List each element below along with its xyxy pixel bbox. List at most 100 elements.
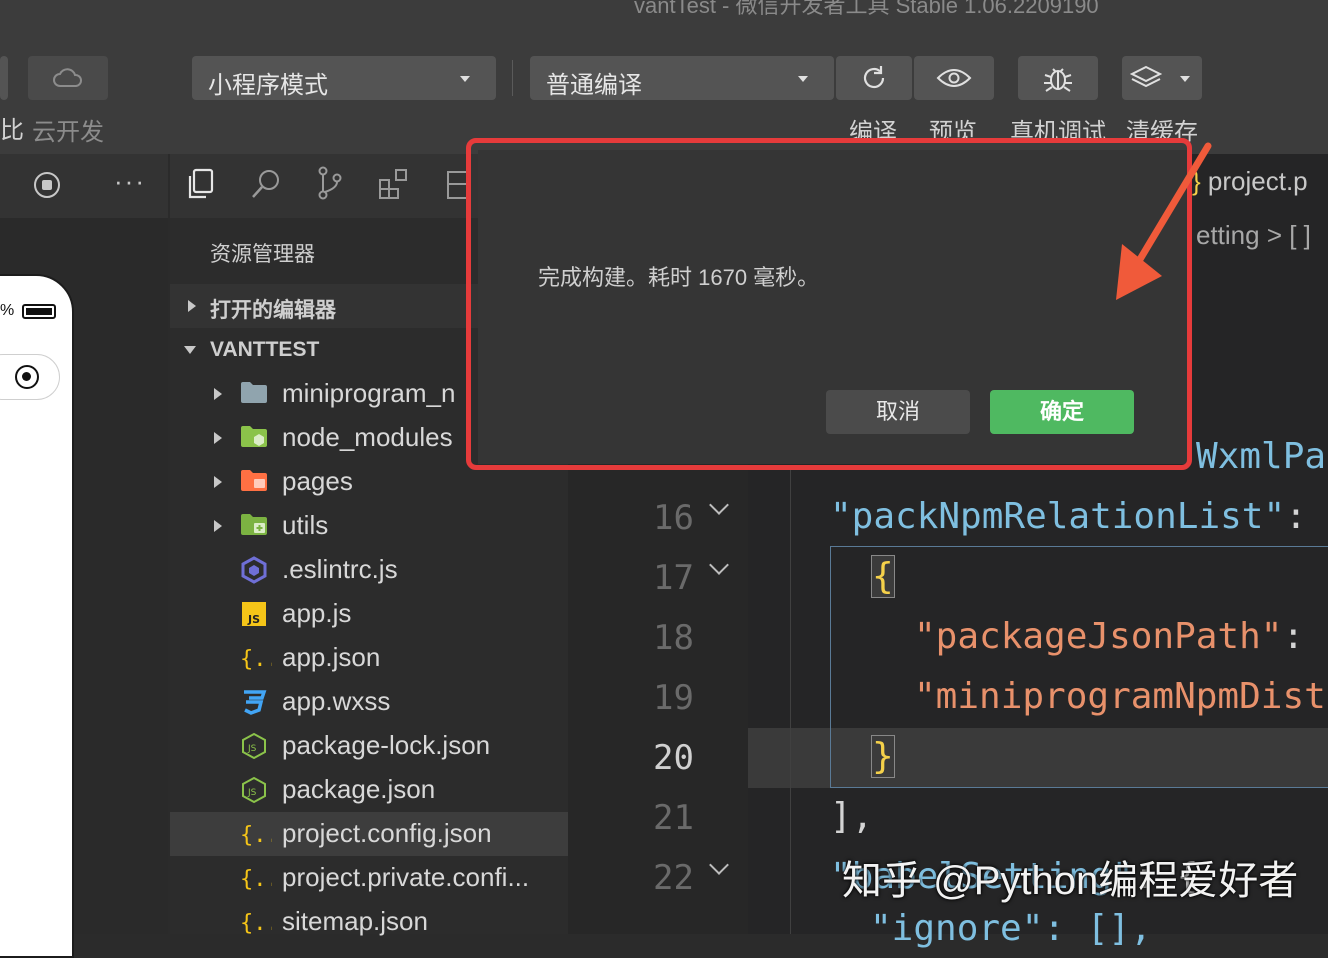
code-brace: } xyxy=(871,735,895,778)
layers-icon xyxy=(1130,65,1162,88)
explorer-item[interactable]: {..} project.config.json xyxy=(170,812,568,856)
cache-button[interactable] xyxy=(1122,56,1202,100)
explorer-item-label: app.json xyxy=(282,642,381,672)
explorer-item[interactable]: utils xyxy=(170,504,568,548)
explorer-item[interactable]: JS package.json xyxy=(170,768,568,812)
toolbar-divider xyxy=(512,60,513,96)
node-folder-icon xyxy=(240,424,268,452)
chevron-down-icon xyxy=(1180,76,1190,82)
json-icon: {..} xyxy=(240,820,293,848)
explorer-item[interactable]: .eslintrc.js xyxy=(170,548,568,592)
code-key: "miniprogramNpmDistD xyxy=(914,676,1328,717)
svg-text:JS: JS xyxy=(247,788,257,798)
explorer-item-label: utils xyxy=(282,510,329,540)
css-icon xyxy=(240,688,268,716)
mode-select[interactable]: 小程序模式 xyxy=(192,56,496,100)
explorer-item[interactable]: JS package-lock.json xyxy=(170,724,568,768)
eslint-icon xyxy=(240,556,268,584)
preview-button[interactable] xyxy=(914,56,994,100)
code-key: "packageJsonPath" xyxy=(914,616,1283,657)
indent-guide xyxy=(790,470,791,934)
toolbar-button-partial[interactable] xyxy=(0,56,8,100)
code-line-23: "ignore": [], xyxy=(870,908,1152,949)
explorer-item-label: pages xyxy=(282,466,353,496)
capsule-button[interactable] xyxy=(0,354,60,400)
target-icon xyxy=(15,365,39,389)
svg-text:{..}: {..} xyxy=(240,867,272,892)
code-line: "packNpmRelationList": [ xyxy=(830,496,1328,537)
code-line: "packageJsonPath": ' xyxy=(914,616,1328,657)
chevron-right-icon xyxy=(188,300,196,312)
code-punctuation: : [ xyxy=(1285,496,1328,537)
explorer-item-label: project.private.confi... xyxy=(282,862,530,892)
explorer-title: 资源管理器 xyxy=(210,243,315,266)
node-icon: JS xyxy=(240,776,268,804)
code-key: "packNpmRelationList" xyxy=(830,496,1286,537)
explorer-item-label: package-lock.json xyxy=(282,730,491,760)
chevron-right-icon xyxy=(214,476,222,488)
explorer-item-label: project.config.json xyxy=(282,818,492,848)
json-icon: {..} xyxy=(240,864,293,892)
code-line-23-text: "ignore": [], xyxy=(870,908,1152,949)
explorer-item[interactable]: {..} sitemap.json xyxy=(170,900,568,944)
refresh-icon xyxy=(863,66,885,89)
bug-icon xyxy=(1044,68,1072,92)
editor-tab-label: project.p xyxy=(1207,166,1308,196)
panel-icon[interactable] xyxy=(446,170,468,200)
source-control-icon[interactable] xyxy=(316,166,344,200)
explorer-item-label: package.json xyxy=(282,774,436,804)
bracket-match-box xyxy=(830,546,1328,788)
line-number: 22 xyxy=(653,858,694,898)
mode-select-value: 小程序模式 xyxy=(208,72,328,99)
explorer-item[interactable]: {..} app.json xyxy=(170,636,568,680)
search-icon[interactable] xyxy=(250,168,282,200)
line-number: 17 xyxy=(653,558,694,598)
extensions-icon[interactable] xyxy=(378,168,410,200)
explorer-item[interactable]: {..} project.private.confi... xyxy=(170,856,568,900)
chevron-right-icon xyxy=(214,388,222,400)
cloud-label: 云开发 xyxy=(32,119,104,146)
svg-text:{..}: {..} xyxy=(240,647,272,672)
chevron-down-icon xyxy=(184,346,196,354)
explorer-item-label: .eslintrc.js xyxy=(282,554,398,584)
explorer-item-label: node_modules xyxy=(282,422,453,452)
code-line: { xyxy=(871,555,895,598)
code-brace: { xyxy=(871,555,895,598)
cloud-icon xyxy=(53,68,82,87)
compile-select[interactable]: 普通编译 xyxy=(530,56,834,100)
files-icon[interactable] xyxy=(186,168,216,200)
cloud-button[interactable] xyxy=(28,56,108,100)
code-line: "miniprogramNpmDistD xyxy=(914,676,1328,717)
chevron-right-icon xyxy=(214,432,222,444)
line-number: 19 xyxy=(653,678,694,718)
debug-button[interactable] xyxy=(1018,56,1098,100)
folder-icon xyxy=(240,380,268,408)
toolbar-label-partial: 比 xyxy=(0,117,24,144)
svg-text:{..}: {..} xyxy=(240,823,272,848)
json-icon: {..} xyxy=(240,644,293,672)
annotation-highlight-box xyxy=(466,138,1192,470)
code-partial-text: WxmlPar xyxy=(1196,436,1328,477)
battery-icon xyxy=(22,304,56,319)
utils-folder-icon xyxy=(240,512,268,540)
chevron-down-icon xyxy=(798,76,808,82)
explorer-item-label: sitemap.json xyxy=(282,906,428,936)
compile-button[interactable] xyxy=(836,56,912,100)
chevron-down-icon xyxy=(460,76,470,82)
code-punctuation: ], xyxy=(830,796,874,837)
compile-select-value: 普通编译 xyxy=(546,72,642,99)
more-icon[interactable]: ··· xyxy=(114,166,146,197)
explorer-item[interactable]: app.wxss xyxy=(170,680,568,724)
explorer-item[interactable]: JS app.js xyxy=(170,592,568,636)
project-name: VANTTEST xyxy=(210,338,320,361)
explorer-item-label: miniprogram_n xyxy=(282,378,456,408)
node-icon: JS xyxy=(240,732,268,760)
line-number: 16 xyxy=(653,498,694,538)
code-punctuation: : ' xyxy=(1282,616,1328,657)
explorer-item-label: app.js xyxy=(282,598,352,628)
annotation-arrow-icon xyxy=(1116,142,1212,300)
eye-icon xyxy=(936,69,972,87)
stop-icon[interactable] xyxy=(34,172,60,198)
window-title: vantTest - 微信开发者工具 Stable 1.06.2209190 xyxy=(634,0,1099,18)
line-number: 18 xyxy=(653,618,694,658)
